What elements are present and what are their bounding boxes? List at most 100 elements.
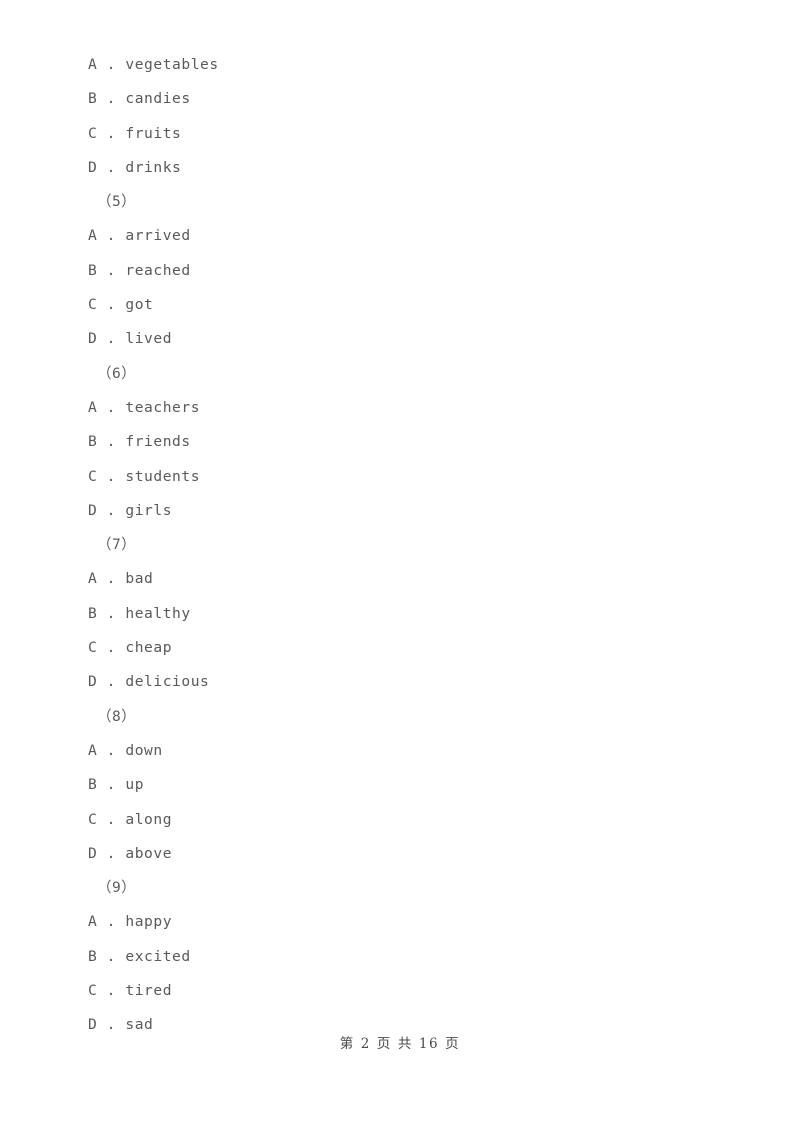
- option-separator: .: [97, 947, 126, 965]
- question-number: （5）: [97, 193, 137, 211]
- option-separator: .: [97, 639, 126, 657]
- option-letter: D: [88, 844, 98, 862]
- option-row[interactable]: A . down: [88, 734, 728, 768]
- option-letter: C: [88, 810, 98, 828]
- option-letter: D: [88, 330, 98, 348]
- option-letter: B: [88, 90, 98, 108]
- question-number: （7）: [97, 536, 137, 554]
- option-text: lived: [125, 330, 173, 348]
- option-separator: .: [97, 398, 126, 416]
- option-separator: .: [97, 467, 126, 485]
- option-separator: .: [97, 501, 126, 519]
- option-text: along: [125, 810, 173, 828]
- option-letter: B: [88, 947, 98, 965]
- option-letter: A: [88, 398, 98, 416]
- option-row[interactable]: D . above: [88, 837, 728, 871]
- option-row[interactable]: C . fruits: [88, 117, 728, 151]
- option-separator: .: [97, 776, 126, 794]
- option-letter: A: [88, 56, 98, 73]
- option-row[interactable]: B . candies: [88, 82, 728, 116]
- option-separator: .: [97, 227, 126, 245]
- option-row[interactable]: B . excited: [88, 940, 728, 974]
- option-letter: A: [88, 913, 98, 931]
- option-text: students: [125, 467, 201, 485]
- option-separator: .: [97, 261, 126, 279]
- document-page: A . vegetables B . candies C . fruits D . d…: [0, 0, 800, 1132]
- option-text: above: [125, 844, 173, 862]
- option-row[interactable]: D . girls: [88, 494, 728, 528]
- option-separator: .: [97, 90, 126, 108]
- option-row[interactable]: C . cheap: [88, 631, 728, 665]
- option-separator: .: [97, 604, 126, 622]
- option-letter: C: [88, 296, 98, 314]
- page-footer: 第 2 页 共 16 页: [339, 1036, 461, 1052]
- option-row[interactable]: B . up: [88, 768, 728, 802]
- option-text: reached: [125, 261, 191, 279]
- option-letter: B: [88, 433, 98, 451]
- option-separator: .: [97, 913, 126, 931]
- option-letter: C: [88, 639, 98, 657]
- option-row[interactable]: D . drinks: [88, 151, 728, 185]
- option-separator: .: [97, 433, 126, 451]
- option-row[interactable]: C . got: [88, 288, 728, 322]
- option-text: excited: [125, 947, 191, 965]
- option-separator: .: [97, 158, 126, 176]
- option-row[interactable]: A . arrived: [88, 219, 728, 253]
- option-letter: B: [88, 776, 98, 794]
- option-row[interactable]: D . delicious: [88, 665, 728, 699]
- option-letter: B: [88, 261, 98, 279]
- option-row[interactable]: B . reached: [88, 254, 728, 288]
- option-text: arrived: [125, 227, 191, 245]
- option-separator: .: [97, 844, 126, 862]
- option-letter: C: [88, 124, 98, 142]
- option-separator: .: [97, 982, 126, 1000]
- option-separator: .: [97, 1016, 126, 1034]
- option-letter: A: [88, 741, 98, 759]
- option-letter: D: [88, 158, 98, 176]
- option-text: teachers: [125, 398, 201, 416]
- option-text: delicious: [125, 673, 210, 691]
- question-list: A . vegetables B . candies C . fruits D . d…: [88, 48, 728, 1043]
- option-text: drinks: [125, 158, 182, 176]
- question-number: （6）: [97, 364, 137, 382]
- question-number: （9）: [97, 879, 137, 897]
- option-text: fruits: [125, 124, 182, 142]
- option-separator: .: [97, 810, 126, 828]
- option-text: sad: [125, 1016, 154, 1034]
- option-text: candies: [125, 90, 191, 108]
- option-row[interactable]: B . healthy: [88, 597, 728, 631]
- option-separator: .: [97, 673, 126, 691]
- option-row[interactable]: A . teachers: [88, 391, 728, 425]
- option-row[interactable]: C . tired: [88, 974, 728, 1008]
- option-letter: D: [88, 673, 98, 691]
- option-row[interactable]: D . lived: [88, 322, 728, 356]
- option-text: vegetables: [125, 56, 219, 73]
- option-letter: C: [88, 982, 98, 1000]
- option-text: healthy: [125, 604, 191, 622]
- option-row[interactable]: C . students: [88, 460, 728, 494]
- option-row[interactable]: A . vegetables: [88, 48, 728, 82]
- option-text: tired: [125, 982, 173, 1000]
- option-separator: .: [97, 56, 126, 73]
- option-row[interactable]: C . along: [88, 803, 728, 837]
- option-separator: .: [97, 124, 126, 142]
- option-separator: .: [97, 570, 126, 588]
- option-text: down: [125, 741, 163, 759]
- option-text: friends: [125, 433, 191, 451]
- option-text: bad: [125, 570, 154, 588]
- option-text: cheap: [125, 639, 173, 657]
- option-letter: D: [88, 1016, 98, 1034]
- option-row[interactable]: A . bad: [88, 562, 728, 596]
- question-number: （8）: [97, 707, 137, 725]
- option-separator: .: [97, 330, 126, 348]
- option-text: happy: [125, 913, 173, 931]
- option-row[interactable]: B . friends: [88, 425, 728, 459]
- option-letter: A: [88, 227, 98, 245]
- option-letter: B: [88, 604, 98, 622]
- option-text: up: [125, 776, 145, 794]
- option-separator: .: [97, 296, 126, 314]
- option-letter: C: [88, 467, 98, 485]
- option-row[interactable]: A . happy: [88, 905, 728, 939]
- option-text: girls: [125, 501, 173, 519]
- option-separator: .: [97, 741, 126, 759]
